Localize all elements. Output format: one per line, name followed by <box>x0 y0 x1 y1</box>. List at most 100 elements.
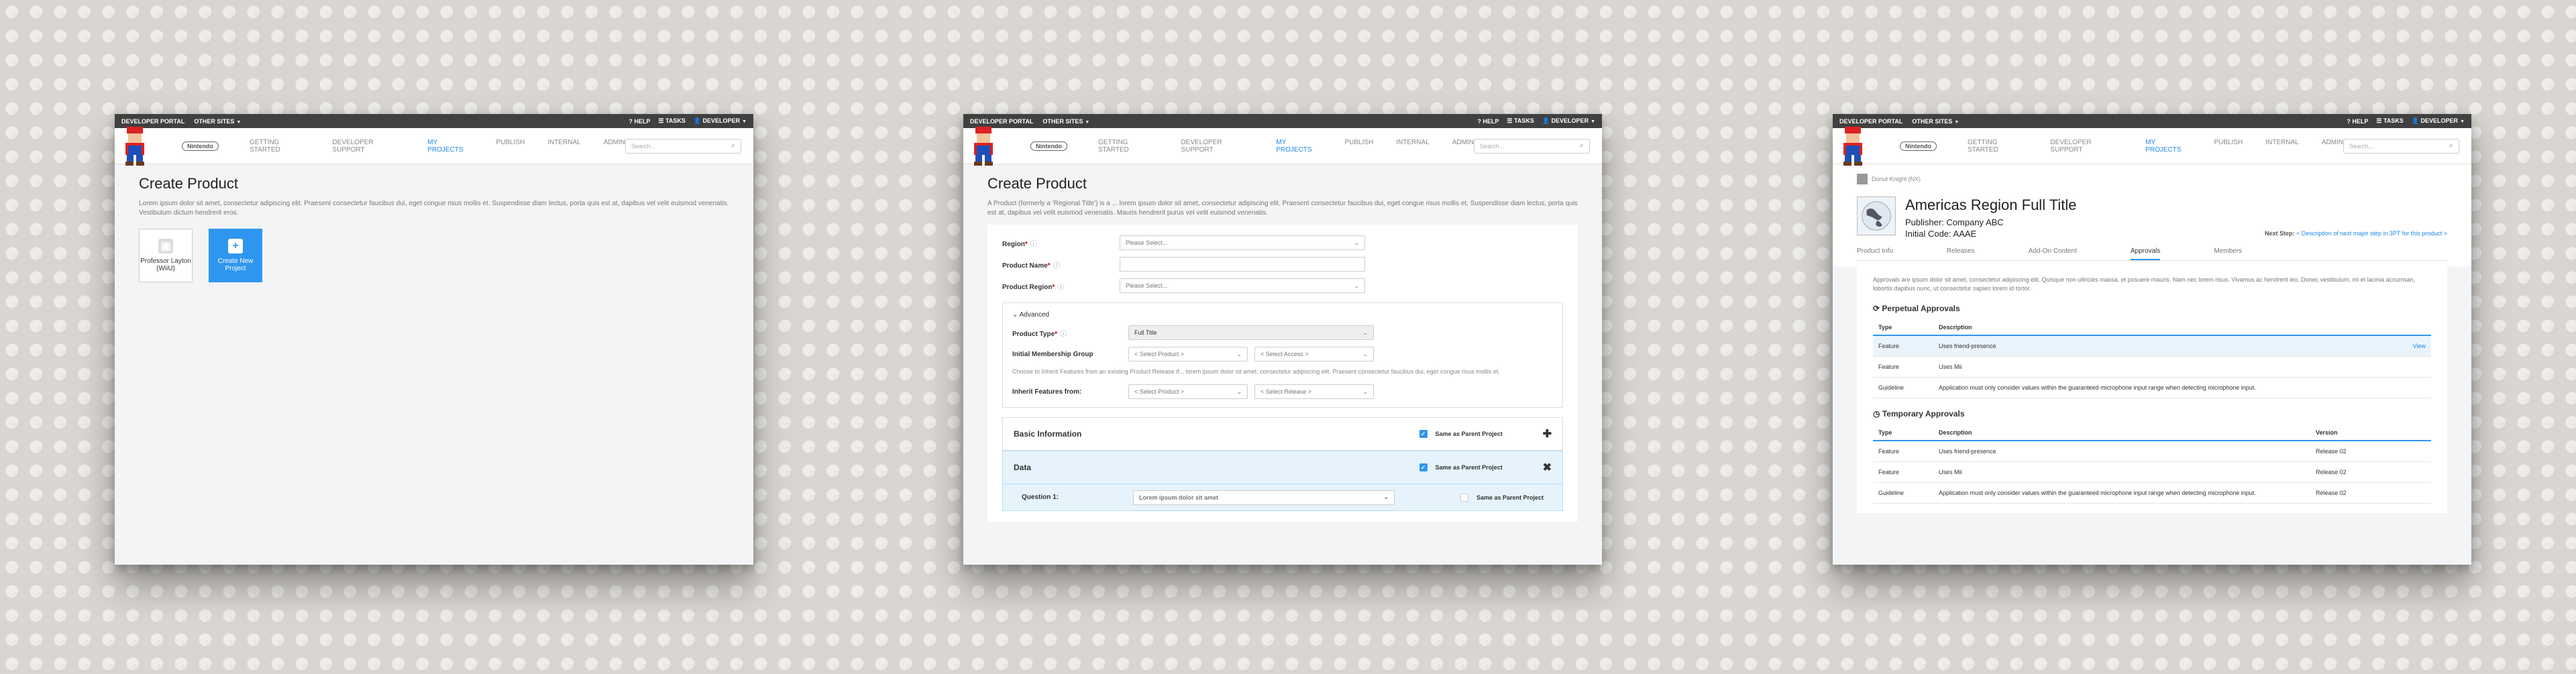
project-icon: ▣ <box>158 239 173 254</box>
inherit-label: Inherit Features from: <box>1012 388 1082 396</box>
product-type-label: Product Type* ⓘ <box>1012 330 1067 338</box>
question-row: Question 1: Lorem ipsum dolor sit amet ⌄ … <box>1002 484 1563 511</box>
inherit-release-select[interactable]: < Select Release > ⌄ <box>1254 384 1374 399</box>
same-as-parent-checkbox[interactable]: ✓ Same as Parent Project <box>1419 463 1503 471</box>
same-as-parent-checkbox[interactable]: Same as Parent Project <box>1460 493 1544 502</box>
nav-my-projects[interactable]: MY PROJECTS <box>1276 139 1322 154</box>
nintendo-logo[interactable]: Nintendo <box>1900 141 1937 151</box>
breadcrumb[interactable]: Donut Knight (NX) <box>1857 164 2447 184</box>
search-icon: ⌕ <box>2449 142 2453 150</box>
nintendo-logo[interactable]: Nintendo <box>182 141 219 151</box>
portal-link[interactable]: DEVELOPER PORTAL <box>121 118 184 125</box>
chevron-down-icon: ⌄ <box>1362 388 1368 395</box>
basic-information-section[interactable]: Basic Information ✓ Same as Parent Projec… <box>1002 417 1563 451</box>
nav-my-projects[interactable]: MY PROJECTS <box>2145 139 2191 154</box>
user-menu[interactable]: 👤 DEVELOPER ▼ <box>1542 117 1595 125</box>
expand-icon[interactable]: ✚ <box>1543 427 1552 441</box>
chevron-down-icon: ⌄ <box>1383 494 1389 500</box>
portal-link[interactable]: DEVELOPER PORTAL <box>970 118 1033 125</box>
window-approvals: DEVELOPER PORTAL OTHER SITES ▼ ? HELP ☰ TAS… <box>1833 114 2471 565</box>
nav-publish[interactable]: PUBLISH <box>496 139 525 154</box>
membership-access-select[interactable]: < Select Access > ⌄ <box>1254 347 1374 361</box>
main-menu: GETTING STARTED DEVELOPER SUPPORT MY PRO… <box>1098 139 1474 154</box>
user-menu[interactable]: 👤 DEVELOPER ▼ <box>694 117 747 125</box>
other-sites-menu[interactable]: OTHER SITES ▼ <box>1912 118 1959 125</box>
help-link[interactable]: ? HELP <box>1477 118 1499 125</box>
top-bar: DEVELOPER PORTAL OTHER SITES ▼ ? HELP ☰ TAS… <box>115 114 753 128</box>
other-sites-menu[interactable]: OTHER SITES ▼ <box>194 118 241 125</box>
main-menu: GETTING STARTED DEVELOPER SUPPORT MY PRO… <box>1968 139 2343 154</box>
caret-down-icon: ▼ <box>742 119 747 124</box>
nintendo-logo[interactable]: Nintendo <box>1030 141 1067 151</box>
nav-internal[interactable]: INTERNAL <box>547 139 580 154</box>
tasks-link[interactable]: ☰ TASKS <box>658 117 685 125</box>
nav-publish[interactable]: PUBLISH <box>2214 139 2243 154</box>
temporary-heading: ◷ Temporary Approvals <box>1873 409 1965 418</box>
tab-add-on-content[interactable]: Add-On Content <box>2029 243 2077 260</box>
table-row[interactable]: Guideline Application must only consider … <box>1873 482 2431 504</box>
tasks-link[interactable]: ☰ TASKS <box>2376 117 2403 125</box>
advanced-toggle[interactable]: ⌄ Advanced <box>1012 311 1553 319</box>
tasks-link[interactable]: ☰ TASKS <box>1507 117 1534 125</box>
table-row[interactable]: Feature Uses friend-presence Release 02 <box>1873 441 2431 462</box>
chevron-down-icon: ⌄ <box>1354 239 1359 246</box>
chevron-down-icon: ⌄ <box>1354 282 1359 289</box>
help-link[interactable]: ? HELP <box>629 118 650 125</box>
page-title: Create Product <box>139 175 238 192</box>
nav-developer-support[interactable]: DEVELOPER SUPPORT <box>332 139 405 154</box>
nav-developer-support[interactable]: DEVELOPER SUPPORT <box>1181 139 1253 154</box>
mario-logo-icon <box>1843 127 1862 166</box>
view-link[interactable]: View <box>2413 343 2426 349</box>
nav-bar: Nintendo GETTING STARTED DEVELOPER SUPPO… <box>1833 127 2471 166</box>
same-as-parent-checkbox[interactable]: ✓ Same as Parent Project <box>1419 430 1503 438</box>
tab-product-info[interactable]: Product Info <box>1857 243 1893 260</box>
product-region-select[interactable]: Please Select... ⌄ <box>1120 278 1365 293</box>
nav-getting-started[interactable]: GETTING STARTED <box>1098 139 1158 154</box>
create-new-project-button[interactable]: + Create New Project <box>209 229 262 282</box>
caret-down-icon: ▼ <box>1085 119 1090 125</box>
table-row[interactable]: Feature Uses friend-presence View <box>1873 335 2431 357</box>
nav-admin[interactable]: ADMIN <box>604 139 625 154</box>
publisher: Publisher: Company ABC <box>1905 217 2004 227</box>
nav-publish[interactable]: PUBLISH <box>1344 139 1373 154</box>
help-link[interactable]: ? HELP <box>2347 118 2368 125</box>
product-region-label: Product Region* ⓘ <box>1002 283 1065 291</box>
portal-link[interactable]: DEVELOPER PORTAL <box>1839 118 1902 125</box>
data-section[interactable]: Data ✓ Same as Parent Project ✖ <box>1002 451 1563 484</box>
table-row[interactable]: Guideline Application must only consider … <box>1873 377 2431 398</box>
plus-icon: + <box>228 239 243 254</box>
table-row[interactable]: Feature Uses Mii <box>1873 356 2431 378</box>
project-icon <box>1857 174 1868 184</box>
search-input[interactable]: Search... ⌕ <box>2343 138 2459 154</box>
product-name-input[interactable] <box>1120 257 1365 272</box>
nav-developer-support[interactable]: DEVELOPER SUPPORT <box>2050 139 2123 154</box>
nav-admin[interactable]: ADMIN <box>1452 139 1474 154</box>
other-sites-menu[interactable]: OTHER SITES ▼ <box>1042 118 1089 125</box>
tab-releases[interactable]: Releases <box>1947 243 1975 260</box>
project-tile[interactable]: ▣ Professor Layton (WiiU) <box>139 229 193 282</box>
search-icon: ⌕ <box>1579 142 1584 150</box>
search-icon: ⌕ <box>731 142 735 150</box>
question-select[interactable]: Lorem ipsum dolor sit amet ⌄ <box>1133 490 1395 505</box>
product-type-select[interactable]: Full Title ⌄ <box>1128 325 1374 340</box>
nav-my-projects[interactable]: MY PROJECTS <box>427 139 473 154</box>
tab-approvals[interactable]: Approvals <box>2130 243 2161 260</box>
inherit-product-select[interactable]: < Select Product > ⌄ <box>1128 384 1248 399</box>
next-step: Next Step: < Description of next major s… <box>2265 230 2447 237</box>
user-menu[interactable]: 👤 DEVELOPER ▼ <box>2412 117 2465 125</box>
nav-internal[interactable]: INTERNAL <box>2265 139 2298 154</box>
nav-internal[interactable]: INTERNAL <box>1396 139 1429 154</box>
check-icon: ✓ <box>1419 463 1428 471</box>
window-create-product-form: DEVELOPER PORTAL OTHER SITES ▼ ? HELP ☰ TAS… <box>963 114 1602 565</box>
membership-product-select[interactable]: < Select Product > ⌄ <box>1128 347 1248 361</box>
search-input[interactable]: Search... ⌕ <box>1473 138 1590 154</box>
nav-getting-started[interactable]: GETTING STARTED <box>1968 139 2027 154</box>
nav-admin[interactable]: ADMIN <box>2322 139 2343 154</box>
search-input[interactable]: Search... ⌕ <box>625 138 741 154</box>
region-select[interactable]: Please Select... ⌄ <box>1120 235 1365 250</box>
next-step-link[interactable]: < Description of next major step in 3PT … <box>2296 230 2447 237</box>
tab-members[interactable]: Members <box>2214 243 2242 260</box>
nav-getting-started[interactable]: GETTING STARTED <box>250 139 309 154</box>
close-icon[interactable]: ✖ <box>1543 461 1552 474</box>
table-row[interactable]: Feature Uses Mii Release 02 <box>1873 461 2431 483</box>
